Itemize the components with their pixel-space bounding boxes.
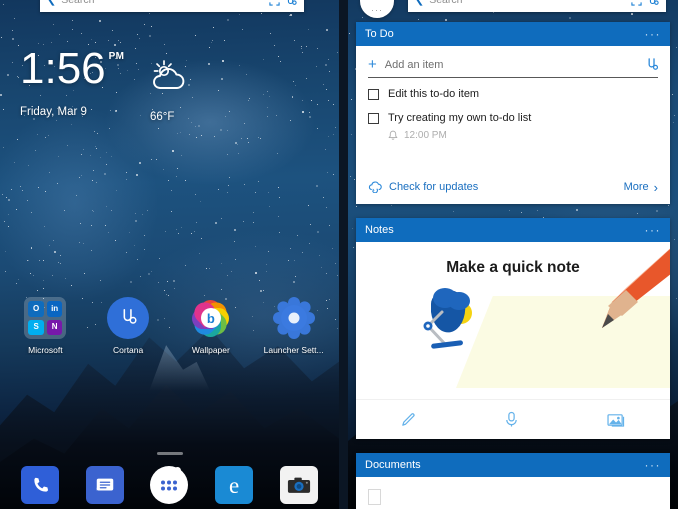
edge-icon[interactable]: e <box>215 466 254 504</box>
add-item-divider <box>368 77 658 78</box>
camera-icon[interactable] <box>279 466 318 504</box>
todo-list-item[interactable]: Edit this to-do item <box>356 78 670 102</box>
clock-date: Friday, Mar 9 <box>20 106 87 119</box>
todo-reminder: 12:00 PM <box>388 130 670 141</box>
notes-card: Notes ··· Make a quick note <box>356 218 670 439</box>
microsoft-folder-icon: O in S N <box>24 297 67 339</box>
notes-card-title: Notes <box>365 224 394 236</box>
microphone-icon[interactable] <box>504 411 519 428</box>
clock-ampm: PM <box>108 51 125 62</box>
folder-tile-outlook: O <box>28 301 44 317</box>
notes-overflow-button[interactable]: ··· <box>645 224 662 236</box>
app-label-cortana: Cortana <box>113 345 144 355</box>
todo-reminder-time: 12:00 PM <box>404 129 447 141</box>
pen-icon[interactable] <box>400 411 417 428</box>
folder-tile-linkedin: in <box>46 301 63 317</box>
bing-letter: b <box>206 310 215 326</box>
todo-overflow-button[interactable]: ··· <box>645 28 662 40</box>
check-for-updates-label: Check for updates <box>389 181 479 193</box>
bing-wallpaper-icon: b <box>190 297 232 339</box>
bing-letter-circle: b <box>200 308 221 328</box>
app-microsoft-folder[interactable]: O in S N Microsoft <box>9 297 81 355</box>
clock-widget[interactable]: 1:56 PM Friday, Mar 9 <box>20 44 125 119</box>
todo-item-text: Try creating my own to-do list <box>388 111 532 124</box>
launcher-settings-icon <box>272 297 315 339</box>
app-icon-row: O in S N Microsoft Cortana b Wallpaper L… <box>0 297 339 355</box>
cortana-icon <box>107 297 150 339</box>
app-wallpaper[interactable]: b Wallpaper <box>175 297 247 355</box>
todo-card-footer: Check for updates More › <box>356 170 670 204</box>
cortana-icon[interactable] <box>647 0 659 6</box>
folder-tiles: O in S N <box>24 297 67 339</box>
time-row: 1:56 PM <box>20 44 125 93</box>
todo-item-text: Edit this to-do item <box>388 88 480 100</box>
chevron-left-icon[interactable]: ❮ <box>47 0 56 6</box>
edge-letter: e <box>228 472 240 498</box>
app-drawer-icon[interactable] <box>150 466 189 504</box>
documents-card-header: Documents ··· <box>356 453 670 477</box>
app-label-wallpaper: Wallpaper <box>191 345 230 355</box>
todo-card-title: To Do <box>365 28 394 40</box>
cortana-icon[interactable] <box>285 0 297 6</box>
more-button[interactable]: More › <box>624 180 658 195</box>
microphone-icon[interactable] <box>645 58 658 71</box>
drag-handle[interactable] <box>156 452 183 455</box>
documents-card-title: Documents <box>365 459 421 471</box>
folder-tile-onenote: N <box>46 319 63 335</box>
todo-card: To Do ··· + Add an item Edit this to-do … <box>356 22 670 204</box>
weather-widget[interactable]: 66°F <box>146 58 236 123</box>
todo-checkbox[interactable] <box>368 89 379 100</box>
cloud-refresh-icon <box>368 181 382 193</box>
search-bar[interactable]: ❮ Search <box>408 0 666 12</box>
search-input[interactable]: Search <box>429 0 626 6</box>
clock-time: 1:56 <box>20 44 106 93</box>
documents-overflow-button[interactable]: ··· <box>645 459 662 471</box>
app-label-microsoft: Microsoft <box>28 345 63 355</box>
todo-card-header: To Do ··· <box>356 22 670 46</box>
plus-icon[interactable]: + <box>368 57 377 72</box>
add-item-input[interactable]: Add an item <box>385 59 637 71</box>
todo-list-item[interactable]: Try creating my own to-do list <box>356 102 670 126</box>
chevron-right-icon: › <box>653 179 658 195</box>
add-item-row[interactable]: + Add an item <box>356 46 670 72</box>
sun-behind-cloud-icon <box>146 58 192 92</box>
more-label: More <box>623 181 649 193</box>
orange-pencil-icon <box>564 242 670 352</box>
search-bar[interactable]: ❮ Search <box>40 0 304 12</box>
avatar[interactable]: ··· <box>360 0 394 18</box>
image-icon[interactable] <box>607 412 626 428</box>
weather-temperature: 66°F <box>150 111 175 123</box>
search-input[interactable]: Search <box>61 0 264 6</box>
phone-icon[interactable] <box>21 466 60 504</box>
app-cortana[interactable]: Cortana <box>92 297 164 355</box>
check-for-updates-button[interactable]: Check for updates <box>368 181 478 193</box>
scan-icon[interactable] <box>631 0 642 6</box>
scan-icon[interactable] <box>269 0 280 6</box>
notes-card-header: Notes ··· <box>356 218 670 242</box>
chevron-left-icon[interactable]: ❮ <box>415 0 424 6</box>
document-icon <box>368 489 381 505</box>
avatar-glyph: ··· <box>371 5 383 15</box>
todo-checkbox[interactable] <box>368 112 379 124</box>
app-launcher-settings[interactable]: Launcher Sett... <box>258 297 330 355</box>
documents-list[interactable] <box>356 477 670 509</box>
documents-card: Documents ··· <box>356 453 670 509</box>
folder-tile-skype: S <box>28 319 44 335</box>
app-label-launcher-settings: Launcher Sett... <box>263 345 324 355</box>
right-phone-feed-screen: ··· ❮ Search To Do ··· + Add an item <box>348 0 678 509</box>
notes-action-bar <box>356 399 670 439</box>
desk-lamp-icon <box>415 282 487 356</box>
messages-icon[interactable] <box>85 466 124 504</box>
dock-bar: e <box>0 466 339 504</box>
left-phone-home-screen: ❮ Search 1:56 PM Friday, Mar 9 <box>0 0 339 509</box>
bell-icon <box>388 130 398 141</box>
dual-phone-screenshot: ❮ Search 1:56 PM Friday, Mar 9 <box>0 0 678 509</box>
